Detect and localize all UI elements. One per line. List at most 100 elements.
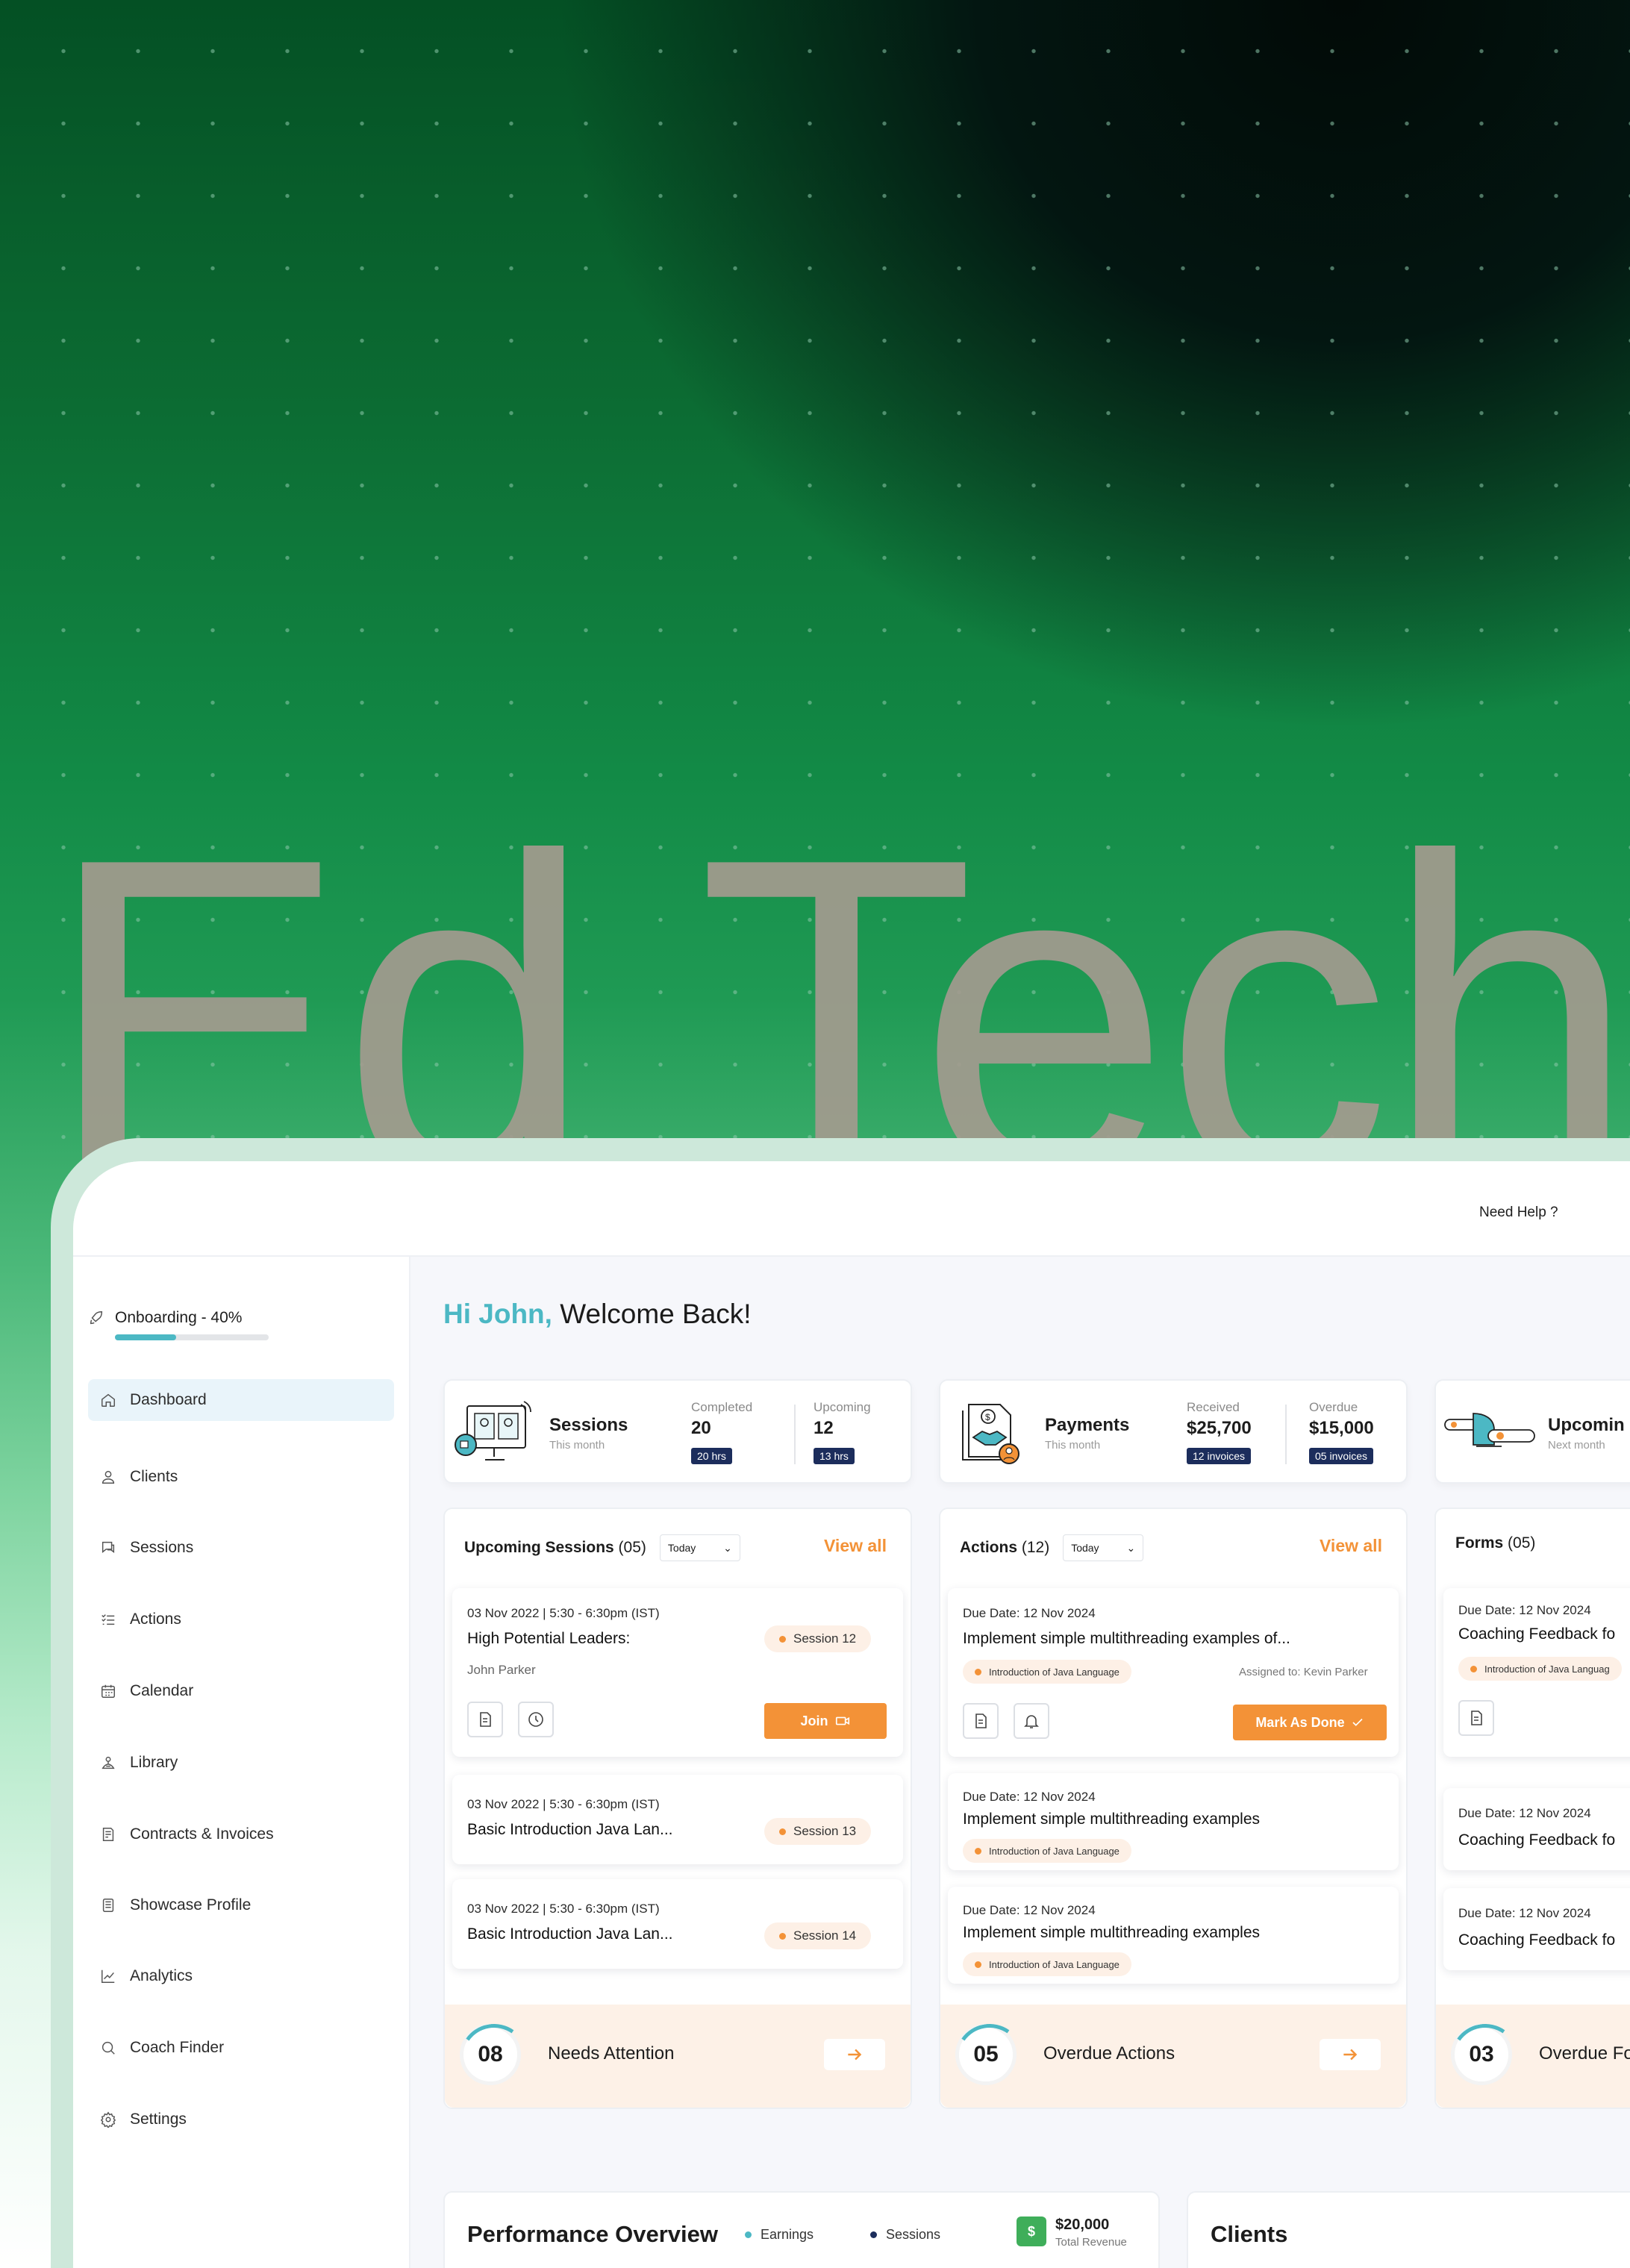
action-title: Implement simple multithreading examples — [963, 1811, 1261, 1828]
sidebar-item-label: Showcase Profile — [130, 1896, 252, 1914]
forms-panel: Forms (05) Due Date: 12 Nov 2024 Coachin… — [1434, 1508, 1630, 2109]
sidebar-item-dashboard[interactable]: Dashboard — [88, 1379, 394, 1421]
sidebar-item-library[interactable]: Library — [88, 1742, 394, 1784]
payments-received: Received $25,700 12 invoices — [1187, 1400, 1252, 1464]
stat-label: Overdue — [1309, 1400, 1358, 1414]
sidebar-item-analytics[interactable]: Analytics — [88, 1955, 394, 1997]
bell-icon — [1024, 1715, 1039, 1728]
stat-value: 20 — [691, 1418, 711, 1438]
date-filter-select[interactable]: Today ⌄ — [659, 1534, 740, 1561]
action-tag: Introduction of Java Language — [963, 1660, 1131, 1684]
greeting-name: Hi John, — [443, 1299, 552, 1329]
session-badge: Session 12 — [764, 1625, 872, 1652]
panel-count: (05) — [613, 1539, 646, 1556]
session-reschedule-button[interactable] — [518, 1702, 554, 1737]
payments-illustration-icon: $ — [952, 1400, 1027, 1470]
overdue-actions-label: Overdue Actions — [1043, 2043, 1175, 2064]
legend-dot — [745, 2231, 752, 2238]
overdue-actions-banner[interactable]: 05 Overdue Actions — [940, 2005, 1406, 2108]
sidebar-item-showcase-profile[interactable]: Showcase Profile — [88, 1884, 394, 1926]
upcoming-illustration-icon — [1443, 1408, 1540, 1460]
action-due-date: Due Date: 12 Nov 2024 — [963, 1790, 1096, 1804]
legend-earnings: Earnings — [745, 2227, 814, 2243]
onboarding-label: Onboarding - 40% — [115, 1309, 243, 1326]
join-label: Join — [800, 1713, 828, 1728]
sidebar-item-calendar[interactable]: Calendar — [88, 1670, 394, 1712]
stat-chip: 13 hrs — [814, 1448, 855, 1464]
session-card[interactable]: 03 Nov 2022 | 5:30 - 6:30pm (IST) Basic … — [452, 1879, 903, 1969]
stat-chip: 05 invoices — [1309, 1448, 1374, 1464]
form-card[interactable]: Due Date: 12 Nov 2024 Coaching Feedback … — [1443, 1888, 1630, 1970]
form-title: Coaching Feedback fo — [1458, 1625, 1616, 1643]
document-icon — [975, 1714, 987, 1728]
library-icon — [100, 1755, 116, 1771]
panel-title-text: Actions — [960, 1539, 1018, 1556]
action-due-date: Due Date: 12 Nov 2024 — [963, 1903, 1096, 1917]
status-dot — [779, 1828, 786, 1835]
view-all-sessions-link[interactable]: View all — [824, 1536, 887, 1556]
sidebar-item-label: Contracts & Invoices — [130, 1825, 274, 1843]
sessions-stat-title: Sessions — [549, 1415, 628, 1435]
action-card[interactable]: Due Date: 12 Nov 2024 Implement simple m… — [948, 1773, 1399, 1870]
form-notes-button[interactable] — [1458, 1700, 1494, 1736]
upcoming-stat-card[interactable]: Upcomin Next month — [1434, 1379, 1630, 1484]
stat-label: Completed — [691, 1400, 753, 1414]
session-date: 03 Nov 2022 | 5:30 - 6:30pm (IST) — [467, 1902, 660, 1916]
contract-icon — [100, 1826, 116, 1843]
action-title: Implement simple multithreading examples… — [963, 1630, 1290, 1647]
stat-divider — [794, 1405, 796, 1464]
performance-overview-title: Performance Overview — [467, 2221, 719, 2247]
form-card[interactable]: Due Date: 12 Nov 2024 Coaching Feedback … — [1443, 1588, 1630, 1757]
action-notes-button[interactable] — [963, 1703, 999, 1739]
status-dot — [975, 1961, 981, 1968]
legend-sessions: Sessions — [870, 2227, 940, 2243]
overdue-actions-arrow-button[interactable] — [1320, 2039, 1381, 2070]
action-tag-label: Introduction of Java Language — [989, 1845, 1120, 1857]
profile-card-icon — [100, 1897, 116, 1914]
session-person: John Parker — [467, 1663, 536, 1677]
upcoming-sessions-title: Upcoming Sessions (05) — [464, 1539, 646, 1557]
sidebar-item-clients[interactable]: Clients — [88, 1456, 394, 1498]
sidebar-item-label: Analytics — [130, 1967, 193, 1984]
action-card[interactable]: Due Date: 12 Nov 2024 Implement simple m… — [948, 1588, 1399, 1757]
view-all-actions-link[interactable]: View all — [1320, 1536, 1382, 1556]
status-dot — [975, 1847, 981, 1855]
sessions-completed: Completed 20 20 hrs — [691, 1400, 752, 1464]
app-screen: Need Help ? Onboarding - 40% Dashboard C… — [73, 1161, 1630, 2268]
form-title: Coaching Feedback fo — [1458, 1931, 1616, 1949]
payments-stat-title: Payments — [1045, 1415, 1130, 1435]
stat-label: Upcoming — [814, 1400, 871, 1414]
sidebar-item-coach-finder[interactable]: Coach Finder — [88, 2027, 394, 2069]
session-notes-button[interactable] — [467, 1702, 503, 1737]
need-help-link[interactable]: Need Help ? — [1479, 1205, 1558, 1221]
session-title: Basic Introduction Java Lan... — [467, 1821, 673, 1838]
join-session-button[interactable]: Join — [764, 1703, 887, 1739]
date-filter-select[interactable]: Today ⌄ — [1063, 1534, 1144, 1561]
session-date: 03 Nov 2022 | 5:30 - 6:30pm (IST) — [467, 1606, 660, 1620]
action-card[interactable]: Due Date: 12 Nov 2024 Implement simple m… — [948, 1887, 1399, 1984]
needs-attention-banner[interactable]: 08 Needs Attention — [445, 2005, 911, 2108]
form-due-date: Due Date: 12 Nov 2024 — [1458, 1603, 1591, 1617]
action-reminder-button[interactable] — [1014, 1703, 1049, 1739]
sidebar-item-settings[interactable]: Settings — [88, 2099, 394, 2140]
forms-title: Forms (05) — [1455, 1534, 1535, 1552]
form-tag-label: Introduction of Java Languag — [1484, 1663, 1610, 1675]
onboarding-status[interactable]: Onboarding - 40% — [88, 1309, 242, 1327]
needs-attention-arrow-button[interactable] — [824, 2039, 885, 2070]
needs-attention-count: 08 — [460, 2024, 521, 2085]
sessions-stat-card[interactable]: Sessions This month Completed 20 20 hrs … — [443, 1379, 912, 1484]
sidebar-item-sessions[interactable]: Sessions — [88, 1527, 394, 1569]
session-card[interactable]: 03 Nov 2022 | 5:30 - 6:30pm (IST) Basic … — [452, 1775, 903, 1864]
sidebar-item-actions[interactable]: Actions — [88, 1599, 394, 1640]
performance-overview-card: Performance Overview Earnings Sessions $… — [443, 2191, 1160, 2268]
overdue-forms-banner[interactable]: 03 Overdue Fo — [1436, 2005, 1630, 2108]
form-card[interactable]: Due Date: 12 Nov 2024 Coaching Feedback … — [1443, 1788, 1630, 1870]
clients-card: Clients — [1187, 2191, 1630, 2268]
session-date: 03 Nov 2022 | 5:30 - 6:30pm (IST) — [467, 1797, 660, 1811]
action-tag-label: Introduction of Java Language — [989, 1666, 1120, 1678]
sidebar-item-contracts[interactable]: Contracts & Invoices — [88, 1814, 394, 1855]
mark-as-done-button[interactable]: Mark As Done — [1233, 1705, 1387, 1740]
clients-title: Clients — [1211, 2221, 1288, 2247]
session-card[interactable]: 03 Nov 2022 | 5:30 - 6:30pm (IST) High P… — [452, 1588, 903, 1757]
payments-stat-card[interactable]: $ Payments This month Received $25,700 1… — [939, 1379, 1408, 1484]
